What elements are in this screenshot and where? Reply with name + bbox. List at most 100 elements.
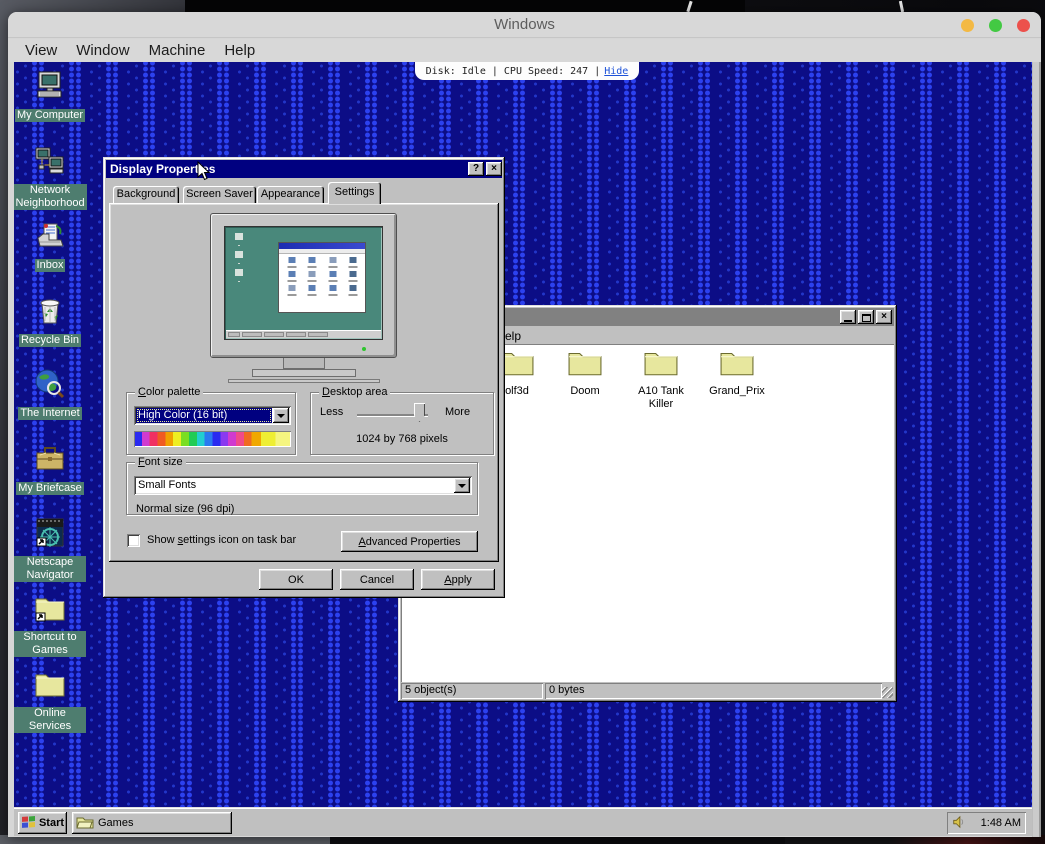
show-settings-checkbox-label[interactable]: Show settings icon on task bar bbox=[147, 534, 296, 546]
tab-appearance[interactable]: Appearance bbox=[257, 186, 324, 204]
monitor-foot bbox=[228, 379, 380, 383]
advanced-properties-button[interactable]: Advanced Properties bbox=[341, 531, 478, 552]
task-button-label: Games bbox=[98, 817, 133, 829]
desktop-icon-online-services[interactable]: Online Services bbox=[14, 668, 86, 733]
close-light-button[interactable] bbox=[1017, 19, 1030, 32]
netscape-wheel-icon bbox=[34, 517, 66, 554]
dropdown-arrow-button[interactable] bbox=[454, 478, 470, 493]
close-button[interactable]: × bbox=[486, 162, 502, 176]
system-tray: 1:48 AM bbox=[947, 812, 1026, 834]
folder-item-label: olf3d bbox=[505, 385, 529, 398]
folder-item-label: A10 Tank Killer bbox=[627, 385, 695, 411]
desktop-icon-netscape-navigator[interactable]: Netscape Navigator bbox=[14, 517, 86, 582]
letterbox-strip bbox=[1032, 62, 1041, 837]
slider-less-label: Less bbox=[320, 406, 343, 418]
color-depth-preview-strip bbox=[134, 431, 291, 447]
minimize-light-button[interactable] bbox=[961, 19, 974, 32]
font-size-group: Font size Small Fonts Normal size (96 dp… bbox=[126, 462, 478, 515]
network-neighborhood-icon bbox=[34, 145, 66, 182]
desktop-icon-label: The Internet bbox=[18, 407, 81, 420]
desktop-icon-label: Netscape Navigator bbox=[14, 556, 86, 582]
hide-link[interactable]: Hide bbox=[604, 66, 628, 77]
vm-status-pill: Disk: Idle | CPU Speed: 247 | Hide bbox=[415, 62, 639, 80]
desktop-icon-my-computer[interactable]: My Computer bbox=[14, 70, 86, 122]
taskbar: Start Games 1:48 AM bbox=[14, 807, 1032, 836]
desktop-icon-label: Inbox bbox=[35, 259, 66, 272]
apply-button[interactable]: Apply bbox=[421, 569, 495, 590]
folder-item-grand-prix[interactable]: Grand_Prix bbox=[703, 348, 771, 398]
settings-tab-page: Color palette High Color (16 bit) Deskto… bbox=[109, 203, 499, 562]
desktop-icon-my-briefcase[interactable]: My Briefcase bbox=[14, 443, 86, 495]
chevron-down-icon bbox=[458, 484, 466, 488]
monitor-screen-preview bbox=[224, 226, 383, 340]
task-button-games[interactable]: Games bbox=[72, 812, 232, 834]
resize-grip[interactable] bbox=[882, 687, 893, 698]
folder-icon bbox=[34, 668, 66, 705]
font-size-label: Font size bbox=[135, 456, 186, 468]
desktop-icon-network-neighborhood[interactable]: Network Neighborhood bbox=[14, 145, 86, 210]
resolution-slider-thumb[interactable] bbox=[414, 403, 425, 422]
tab-background[interactable]: Background bbox=[113, 186, 179, 204]
color-palette-label: Color palette bbox=[135, 386, 203, 398]
start-label: Start bbox=[39, 817, 64, 829]
preview-window bbox=[278, 242, 366, 314]
folder-icon bbox=[644, 348, 678, 381]
color-palette-selected: High Color (16 bit) bbox=[136, 408, 272, 423]
dialog-title: Display Properties bbox=[110, 162, 466, 176]
desktop-icon-recycle-bin[interactable]: Recycle Bin bbox=[14, 295, 86, 347]
desktop-icon-label: Online Services bbox=[14, 707, 86, 733]
desktop-icon-inbox[interactable]: Inbox bbox=[14, 220, 86, 272]
dropdown-arrow-button[interactable] bbox=[273, 408, 289, 423]
maximize-light-button[interactable] bbox=[989, 19, 1002, 32]
font-size-dropdown[interactable]: Small Fonts bbox=[134, 476, 472, 495]
desktop-icon-label: Network Neighborhood bbox=[14, 184, 87, 210]
menu-machine[interactable]: Machine bbox=[149, 42, 206, 59]
folder-status-bar: 5 object(s) 0 bytes bbox=[401, 683, 894, 699]
desktop-icon-shortcut-to-games[interactable]: Shortcut to Games bbox=[14, 592, 86, 657]
cancel-button[interactable]: Cancel bbox=[340, 569, 414, 590]
guest-desktop: Disk: Idle | CPU Speed: 247 | Hide My Co… bbox=[14, 62, 1032, 836]
internet-globe-icon bbox=[34, 368, 66, 405]
briefcase-icon bbox=[34, 443, 66, 480]
slider-more-label: More bbox=[445, 406, 470, 418]
menu-window[interactable]: Window bbox=[76, 42, 129, 59]
folder-icon bbox=[568, 348, 602, 381]
volume-icon[interactable] bbox=[952, 815, 966, 832]
menu-help-partial[interactable]: elp bbox=[505, 329, 521, 343]
folder-item-doom[interactable]: Doom bbox=[551, 348, 619, 398]
menu-help[interactable]: Help bbox=[224, 42, 255, 59]
preview-taskbar bbox=[226, 330, 381, 338]
monitor-neck bbox=[283, 358, 325, 369]
monitor-bezel bbox=[210, 213, 397, 358]
maximize-button[interactable] bbox=[858, 310, 874, 324]
menu-view[interactable]: View bbox=[25, 42, 57, 59]
close-button[interactable]: × bbox=[876, 310, 892, 324]
show-settings-checkbox[interactable] bbox=[127, 534, 140, 547]
display-properties-dialog: Display Properties ? × Background Screen… bbox=[103, 157, 505, 598]
desktop-area-label: Desktop area bbox=[319, 386, 390, 398]
vm-window: Windows View Window Machine Help Disk: I… bbox=[8, 12, 1041, 837]
desktop-area-group: Desktop area Less More 1024 by 768 pixel… bbox=[310, 392, 494, 455]
folder-icon bbox=[720, 348, 754, 381]
help-button[interactable]: ? bbox=[468, 162, 484, 176]
clock: 1:48 AM bbox=[981, 817, 1021, 829]
folder-shortcut-icon bbox=[34, 592, 66, 629]
host-titlebar[interactable]: Windows bbox=[8, 12, 1041, 38]
dialog-titlebar[interactable]: Display Properties ? × bbox=[106, 160, 502, 178]
desktop-icon-the-internet[interactable]: The Internet bbox=[14, 368, 86, 420]
recycle-bin-icon bbox=[34, 295, 66, 332]
color-palette-dropdown[interactable]: High Color (16 bit) bbox=[134, 406, 291, 425]
tab-screen-saver[interactable]: Screen Saver bbox=[183, 186, 256, 204]
ok-button[interactable]: OK bbox=[259, 569, 333, 590]
minimize-button[interactable] bbox=[840, 310, 856, 324]
monitor-base bbox=[252, 369, 356, 377]
vm-status-text: Disk: Idle | CPU Speed: 247 | bbox=[426, 66, 601, 77]
font-size-selected: Small Fonts bbox=[138, 479, 196, 491]
maximize-icon bbox=[862, 314, 871, 322]
tab-settings[interactable]: Settings bbox=[328, 182, 381, 204]
start-button[interactable]: Start bbox=[18, 812, 67, 834]
desktop-icon-label: My Briefcase bbox=[16, 482, 84, 495]
status-object-count: 5 object(s) bbox=[401, 683, 543, 699]
folder-item-a10-tank-killer[interactable]: A10 Tank Killer bbox=[627, 348, 695, 411]
mouse-cursor bbox=[197, 161, 210, 186]
